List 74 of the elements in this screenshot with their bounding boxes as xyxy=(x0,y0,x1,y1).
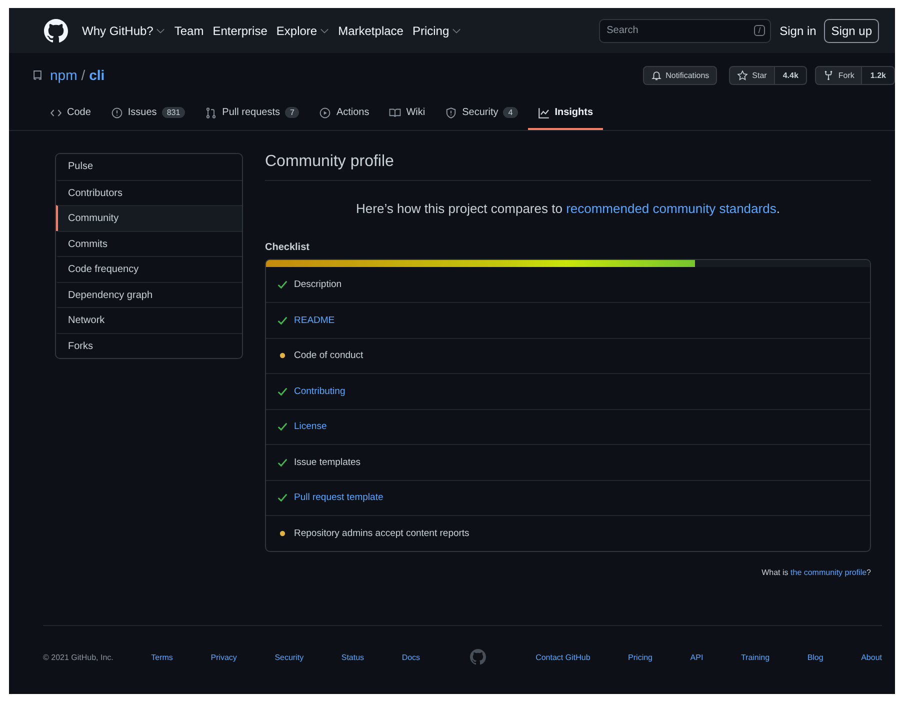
book-icon xyxy=(389,106,402,118)
checklist-link[interactable]: License xyxy=(294,421,327,432)
tab-counter: 831 xyxy=(162,107,186,118)
nav-link[interactable]: Why GitHub? xyxy=(82,24,166,38)
graph-icon xyxy=(538,106,550,118)
repo-tab[interactable]: Insights xyxy=(528,97,604,130)
sidebar-item[interactable]: Forks xyxy=(56,332,242,358)
tab-counter: 4 xyxy=(503,107,518,118)
footer-link[interactable]: API xyxy=(690,652,704,662)
checklist-link[interactable]: README xyxy=(294,314,335,326)
sign-in-link[interactable]: Sign in xyxy=(780,24,816,38)
footer-link[interactable]: Security xyxy=(274,652,304,662)
checklist-item: Issue templates xyxy=(294,456,361,468)
fork-icon xyxy=(823,70,834,80)
repo-tab[interactable]: Issues 831 xyxy=(100,97,196,130)
nav-link[interactable]: Marketplace xyxy=(338,24,404,38)
repo-icon xyxy=(32,70,43,80)
caret-icon xyxy=(320,28,330,34)
footer-link[interactable]: Privacy xyxy=(210,652,237,662)
sign-up-button[interactable]: Sign up xyxy=(824,18,879,42)
sidebar-item[interactable]: Commits xyxy=(56,230,242,256)
page-title: Community profile xyxy=(265,153,871,181)
nav-link[interactable]: Explore xyxy=(276,24,330,38)
standards-link[interactable]: recommended community standards xyxy=(566,201,776,216)
shield-icon xyxy=(445,106,458,118)
repo-name-link[interactable]: cli xyxy=(89,67,105,83)
checklist-item: Repository admins accept content reports xyxy=(294,528,470,539)
sidebar-item[interactable]: Code frequency xyxy=(56,256,242,282)
repo-tab[interactable]: Actions xyxy=(309,97,380,130)
checklist-heading: Checklist xyxy=(265,242,310,253)
repo-owner-link[interactable]: npm xyxy=(50,67,78,83)
footer-link[interactable]: Contact GitHub xyxy=(536,652,590,662)
sidebar-item[interactable]: Pulse xyxy=(56,154,242,180)
footer-link[interactable]: Blog xyxy=(807,652,824,662)
sidebar-item[interactable]: Network xyxy=(56,307,242,332)
issue-icon xyxy=(110,106,123,118)
shortcut-key: / xyxy=(754,24,765,36)
copyright-text: © 2021 GitHub, Inc. xyxy=(43,652,114,662)
footer-link[interactable]: Training xyxy=(740,652,770,662)
octocat-logo[interactable] xyxy=(44,18,68,42)
footer-link[interactable]: Status xyxy=(341,652,364,662)
community-profile-link[interactable]: the community profile xyxy=(790,568,867,576)
sidebar-item[interactable]: Dependency graph xyxy=(56,282,242,307)
path-separator: / xyxy=(81,67,86,83)
nav-link[interactable]: Pricing xyxy=(412,24,462,38)
repo-tab[interactable]: Security 4 xyxy=(435,97,528,130)
star-count[interactable]: 4.4k xyxy=(774,66,808,84)
footer-link[interactable]: Pricing xyxy=(628,652,652,662)
caret-icon xyxy=(156,28,166,34)
tab-counter: 7 xyxy=(284,107,300,118)
play-icon xyxy=(319,106,332,118)
help-text: What is the community profile? xyxy=(760,568,871,576)
checklist-link[interactable]: Pull request template xyxy=(294,492,384,504)
sidebar-item[interactable]: Community xyxy=(56,205,242,230)
nav-link[interactable]: Enterprise xyxy=(212,24,268,38)
footer-link[interactable]: About xyxy=(861,652,882,662)
checklist-item: Code of conduct xyxy=(294,350,364,362)
notifications-button[interactable]: Notifications xyxy=(642,66,718,84)
repo-tab[interactable]: Code xyxy=(40,97,101,130)
intro-text: Here’s how this project compares to recommended community standards. xyxy=(355,201,781,216)
fork-count[interactable]: 1.2k xyxy=(862,66,895,84)
footer-link[interactable]: Terms xyxy=(151,652,173,662)
pull-request-icon xyxy=(205,106,218,118)
footer-link[interactable]: Docs xyxy=(402,652,420,662)
bell-icon xyxy=(650,70,662,80)
repo-tab[interactable]: Pull requests 7 xyxy=(195,97,310,130)
caret-icon xyxy=(452,28,462,34)
checklist-link[interactable]: Contributing xyxy=(294,386,346,397)
fork-button[interactable]: Fork xyxy=(815,66,862,84)
star-icon xyxy=(737,70,748,80)
star-button[interactable]: Star xyxy=(729,66,775,84)
repo-tab[interactable]: Wiki xyxy=(379,97,436,130)
checklist-item: Description xyxy=(294,279,342,290)
nav-link[interactable]: Team xyxy=(174,24,204,38)
